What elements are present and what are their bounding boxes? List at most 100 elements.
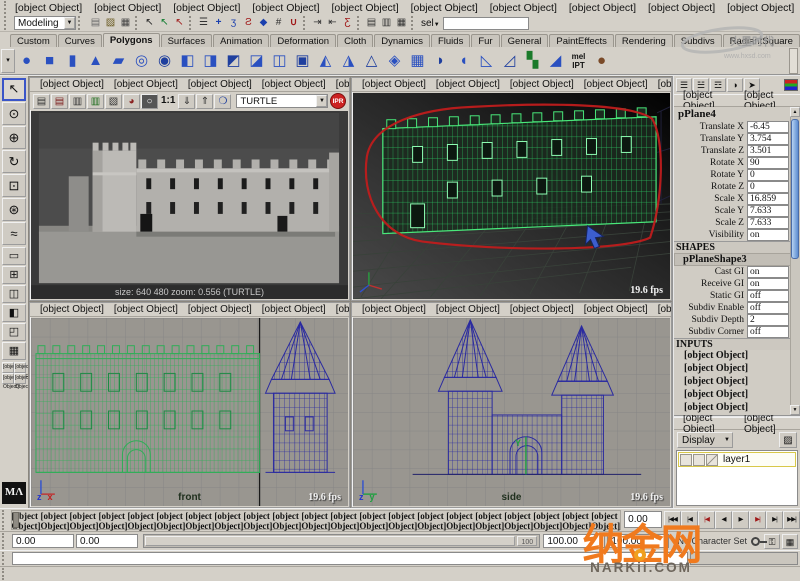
- input-node[interactable]: [object Object]: [674, 389, 800, 402]
- shelf-menu-button[interactable]: ▾: [1, 49, 15, 73]
- layout-mini-dropdown[interactable]: [object Object]: [14, 362, 26, 373]
- shelf-tab[interactable]: Subdivs: [674, 34, 722, 47]
- channel-value-field[interactable]: 0: [747, 169, 789, 181]
- menu-item[interactable]: [object Object]: [405, 2, 484, 14]
- selection-mask-combo-icon[interactable]: ☰: [196, 16, 211, 30]
- channel-value-field[interactable]: off: [747, 290, 789, 302]
- panel-menu-item[interactable]: [object Object]: [183, 304, 257, 315]
- shelf-tab[interactable]: RadiantSquare: [723, 34, 800, 47]
- channel-value-field[interactable]: -6.45: [747, 121, 789, 133]
- step-forward-key-button[interactable]: ▶|: [749, 511, 766, 529]
- range-slider-track[interactable]: 100: [143, 534, 540, 548]
- input-node[interactable]: [object Object]: [674, 402, 800, 415]
- rgb-channels-icon[interactable]: ◕: [123, 94, 140, 109]
- side-view-panel[interactable]: [object Object][object Object][object Ob…: [351, 302, 672, 508]
- front-viewport[interactable]: zx front 19.6 fps: [31, 318, 348, 506]
- play-forwards-button[interactable]: ▶: [732, 511, 749, 529]
- panel-menu-item[interactable]: [object Object]: [35, 79, 109, 90]
- separator[interactable]: [357, 16, 362, 30]
- panel-menu-item[interactable]: [object Object]: [505, 79, 579, 90]
- clay-icon[interactable]: ●: [590, 49, 613, 73]
- input-connections-icon[interactable]: ⇥: [310, 16, 325, 30]
- menu-item[interactable]: [object Object]: [563, 2, 642, 14]
- merge-vertex-icon[interactable]: ◪: [245, 49, 268, 73]
- layer-type-toggle[interactable]: [706, 454, 718, 466]
- shelf-tab[interactable]: Animation: [213, 34, 269, 47]
- drag-handle[interactable]: [2, 552, 9, 565]
- render-globals-icon[interactable]: ▦: [394, 16, 409, 30]
- render-view-image[interactable]: size: 640 480 zoom: 0.556 (TURTLE): [31, 111, 348, 299]
- shelf-tab[interactable]: Polygons: [103, 33, 160, 47]
- panel-menu-item[interactable]: [object Object]: [331, 79, 350, 90]
- range-slider-handle[interactable]: 100: [517, 536, 537, 546]
- smooth-icon[interactable]: ◉: [153, 49, 176, 73]
- select-component-icon[interactable]: ↖: [172, 16, 187, 30]
- poly-cube-icon[interactable]: ■: [38, 49, 61, 73]
- step-forward-frame-button[interactable]: ▶|: [766, 511, 783, 529]
- channel-value-field[interactable]: 90: [747, 157, 789, 169]
- panel-menu-item[interactable]: [object Object]: [257, 304, 331, 315]
- panel-menu-item[interactable]: [object Object]: [431, 79, 505, 90]
- extrude-face-icon[interactable]: ◧: [176, 49, 199, 73]
- panel-menu-item[interactable]: [object Object]: [183, 79, 257, 90]
- input-node[interactable]: [object Object]: [674, 363, 800, 376]
- step-back-frame-button[interactable]: |◀: [681, 511, 698, 529]
- lasso-tool[interactable]: ⊙: [2, 102, 26, 125]
- quick-select-input[interactable]: [443, 17, 529, 30]
- ipr-render-icon[interactable]: ▥: [379, 16, 394, 30]
- menu-item[interactable]: [object Object]: [642, 2, 721, 14]
- channel-scrollbar[interactable]: ▲ ▼: [790, 107, 800, 415]
- snap-to-curves-icon[interactable]: ʒ: [226, 16, 241, 30]
- panel-menu-item[interactable]: [object Object]: [579, 79, 653, 90]
- menu-item[interactable]: [object Object]: [88, 2, 167, 14]
- two-pane-layout-button[interactable]: ◫: [2, 285, 26, 303]
- output-connections-icon[interactable]: ⇤: [325, 16, 340, 30]
- panel-menu-item[interactable]: [object Object]: [109, 304, 183, 315]
- command-input[interactable]: [12, 552, 688, 565]
- select-object-icon[interactable]: ↖: [157, 16, 172, 30]
- persp-view-panel[interactable]: [object Object][object Object][object Ob…: [351, 77, 672, 301]
- play-backwards-button[interactable]: ◀: [715, 511, 732, 529]
- playback-start-field[interactable]: 0.00: [76, 534, 138, 548]
- current-time-marker[interactable]: [13, 512, 19, 528]
- menu-item[interactable]: [object Object]: [246, 2, 325, 14]
- mel-ipt-icon[interactable]: mel IPT: [567, 49, 590, 73]
- separator[interactable]: [135, 16, 140, 30]
- append-polygon-icon[interactable]: ◺: [475, 49, 498, 73]
- open-render-globals-icon[interactable]: ❍: [214, 94, 231, 109]
- boolean-icon[interactable]: ◭: [314, 49, 337, 73]
- four-pane-layout-button[interactable]: ⊞: [2, 266, 26, 284]
- input-node[interactable]: [object Object]: [674, 350, 800, 363]
- persp-viewport[interactable]: 19.6 fps: [353, 93, 670, 299]
- channel-value-field[interactable]: 3.501: [747, 145, 789, 157]
- drag-handle[interactable]: [4, 16, 11, 30]
- snap-magnet-icon[interactable]: ∪: [286, 16, 301, 30]
- combine-icon[interactable]: ▣: [291, 49, 314, 73]
- ipr-frame-icon[interactable]: ▥: [69, 94, 86, 109]
- poly-torus-icon[interactable]: ◎: [130, 49, 153, 73]
- input-node[interactable]: [object Object]: [674, 376, 800, 389]
- layer-row[interactable]: layer1: [678, 452, 796, 467]
- ipr-badge[interactable]: IPR: [330, 93, 346, 109]
- panel-menu-item[interactable]: [object Object]: [579, 304, 653, 315]
- animation-start-field[interactable]: 0.00: [12, 534, 74, 548]
- playback-end-field[interactable]: 100.00: [543, 534, 605, 548]
- layer-mode-dropdown[interactable]: Display▼: [677, 432, 733, 448]
- wedge-face-icon[interactable]: △: [360, 49, 383, 73]
- outliner-persp-layout-button[interactable]: ◧: [2, 304, 26, 322]
- drag-handle[interactable]: [4, 1, 6, 14]
- select-tool[interactable]: ↖: [2, 78, 26, 101]
- remove-image-icon[interactable]: ⇑: [196, 94, 213, 109]
- front-view-panel[interactable]: [object Object][object Object][object Ob…: [29, 302, 350, 508]
- new-scene-icon[interactable]: ▤: [88, 16, 103, 30]
- separator[interactable]: [303, 16, 308, 30]
- channel-value-field[interactable]: on: [747, 266, 789, 278]
- move-tool[interactable]: ⊕: [2, 126, 26, 149]
- shelf-tab[interactable]: PaintEffects: [549, 34, 614, 47]
- menu-set-dropdown[interactable]: Modeling ▼: [14, 16, 76, 30]
- panel-menu-item[interactable]: [object Object]: [357, 79, 431, 90]
- rotate-tool[interactable]: ↻: [2, 150, 26, 173]
- panel-menu-item[interactable]: [object Object]: [357, 304, 431, 315]
- snap-to-points-icon[interactable]: Ƨ: [241, 16, 256, 30]
- redo-previous-render-icon[interactable]: ▤: [51, 94, 68, 109]
